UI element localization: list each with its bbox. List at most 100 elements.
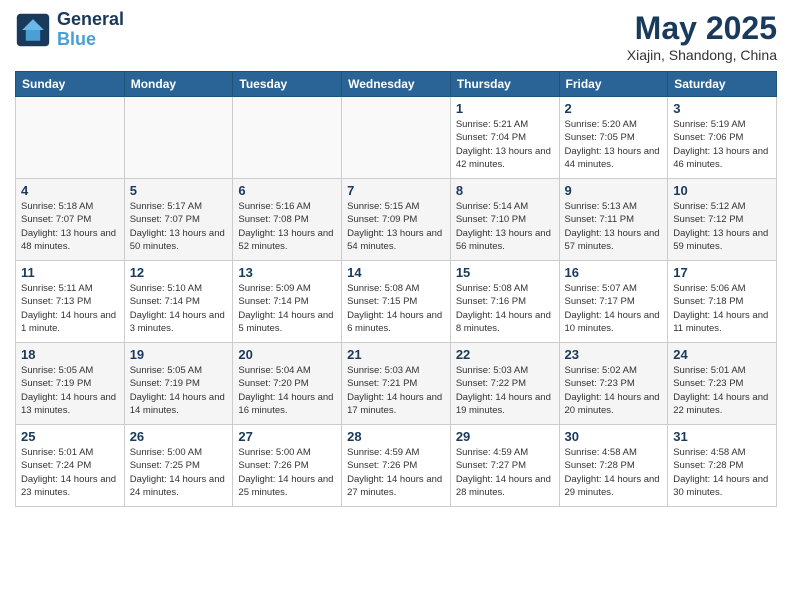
day-number: 8: [456, 183, 554, 198]
day-info: Sunrise: 4:59 AM Sunset: 7:26 PM Dayligh…: [347, 446, 445, 499]
calendar-cell: 11 Sunrise: 5:11 AM Sunset: 7:13 PM Dayli…: [16, 261, 125, 343]
calendar-week-2: 11 Sunrise: 5:11 AM Sunset: 7:13 PM Dayli…: [16, 261, 777, 343]
col-tuesday: Tuesday: [233, 72, 342, 97]
calendar-cell: 1 Sunrise: 5:21 AM Sunset: 7:04 PM Daylig…: [450, 97, 559, 179]
col-friday: Friday: [559, 72, 668, 97]
day-info: Sunrise: 5:21 AM Sunset: 7:04 PM Dayligh…: [456, 118, 554, 171]
title-block: May 2025 Xiajin, Shandong, China: [627, 10, 777, 63]
day-number: 31: [673, 429, 771, 444]
calendar-cell: 15Sunrise: 5:08 AM Sunset: 7:16 PM Dayli…: [450, 261, 559, 343]
day-number: 2: [565, 101, 663, 116]
day-number: 18: [21, 347, 119, 362]
day-number: 9: [565, 183, 663, 198]
month-title: May 2025: [627, 10, 777, 47]
day-info: Sunrise: 5:13 AM Sunset: 7:11 PM Dayligh…: [565, 200, 663, 253]
day-number: 19: [130, 347, 228, 362]
day-number: 28: [347, 429, 445, 444]
logo-icon: [15, 12, 51, 48]
day-number: 22: [456, 347, 554, 362]
day-number: 1: [456, 101, 554, 116]
day-number: 23: [565, 347, 663, 362]
day-info: Sunrise: 4:58 AM Sunset: 7:28 PM Dayligh…: [673, 446, 771, 499]
day-number: 29: [456, 429, 554, 444]
calendar-week-1: 4Sunrise: 5:18 AM Sunset: 7:07 PM Daylig…: [16, 179, 777, 261]
day-number: 25: [21, 429, 119, 444]
day-info: Sunrise: 5:03 AM Sunset: 7:21 PM Dayligh…: [347, 364, 445, 417]
col-wednesday: Wednesday: [342, 72, 451, 97]
calendar-header-row: Sunday Monday Tuesday Wednesday Thursday…: [16, 72, 777, 97]
calendar-cell: 9 Sunrise: 5:13 AM Sunset: 7:11 PM Daylig…: [559, 179, 668, 261]
day-info: Sunrise: 5:11 AM Sunset: 7:13 PM Dayligh…: [21, 282, 119, 335]
calendar-cell: 8Sunrise: 5:14 AM Sunset: 7:10 PM Daylig…: [450, 179, 559, 261]
day-info: Sunrise: 5:07 AM Sunset: 7:17 PM Dayligh…: [565, 282, 663, 335]
col-monday: Monday: [124, 72, 233, 97]
col-thursday: Thursday: [450, 72, 559, 97]
calendar: Sunday Monday Tuesday Wednesday Thursday…: [15, 71, 777, 507]
day-info: Sunrise: 5:01 AM Sunset: 7:23 PM Dayligh…: [673, 364, 771, 417]
calendar-cell: 29 Sunrise: 4:59 AM Sunset: 7:27 PM Dayli…: [450, 425, 559, 507]
calendar-cell: 16 Sunrise: 5:07 AM Sunset: 7:17 PM Dayli…: [559, 261, 668, 343]
col-sunday: Sunday: [16, 72, 125, 97]
day-info: Sunrise: 5:00 AM Sunset: 7:25 PM Dayligh…: [130, 446, 228, 499]
day-number: 24: [673, 347, 771, 362]
day-number: 5: [130, 183, 228, 198]
day-info: Sunrise: 5:20 AM Sunset: 7:05 PM Dayligh…: [565, 118, 663, 171]
col-saturday: Saturday: [668, 72, 777, 97]
day-info: Sunrise: 5:04 AM Sunset: 7:20 PM Dayligh…: [238, 364, 336, 417]
day-info: Sunrise: 5:08 AM Sunset: 7:15 PM Dayligh…: [347, 282, 445, 335]
calendar-cell: 10Sunrise: 5:12 AM Sunset: 7:12 PM Dayli…: [668, 179, 777, 261]
day-number: 26: [130, 429, 228, 444]
day-number: 11: [21, 265, 119, 280]
calendar-cell: [342, 97, 451, 179]
day-info: Sunrise: 5:02 AM Sunset: 7:23 PM Dayligh…: [565, 364, 663, 417]
day-number: 21: [347, 347, 445, 362]
day-info: Sunrise: 5:16 AM Sunset: 7:08 PM Dayligh…: [238, 200, 336, 253]
day-info: Sunrise: 5:00 AM Sunset: 7:26 PM Dayligh…: [238, 446, 336, 499]
day-number: 20: [238, 347, 336, 362]
calendar-week-0: 1 Sunrise: 5:21 AM Sunset: 7:04 PM Daylig…: [16, 97, 777, 179]
calendar-cell: 19 Sunrise: 5:05 AM Sunset: 7:19 PM Dayli…: [124, 343, 233, 425]
calendar-cell: 28 Sunrise: 4:59 AM Sunset: 7:26 PM Dayli…: [342, 425, 451, 507]
day-number: 10: [673, 183, 771, 198]
day-number: 12: [130, 265, 228, 280]
day-number: 13: [238, 265, 336, 280]
calendar-cell: [124, 97, 233, 179]
day-info: Sunrise: 5:09 AM Sunset: 7:14 PM Dayligh…: [238, 282, 336, 335]
calendar-cell: 25Sunrise: 5:01 AM Sunset: 7:24 PM Dayli…: [16, 425, 125, 507]
day-number: 17: [673, 265, 771, 280]
calendar-cell: 4Sunrise: 5:18 AM Sunset: 7:07 PM Daylig…: [16, 179, 125, 261]
calendar-cell: 21 Sunrise: 5:03 AM Sunset: 7:21 PM Dayli…: [342, 343, 451, 425]
calendar-cell: 7 Sunrise: 5:15 AM Sunset: 7:09 PM Daylig…: [342, 179, 451, 261]
day-info: Sunrise: 4:58 AM Sunset: 7:28 PM Dayligh…: [565, 446, 663, 499]
subtitle: Xiajin, Shandong, China: [627, 47, 777, 63]
day-info: Sunrise: 5:08 AM Sunset: 7:16 PM Dayligh…: [456, 282, 554, 335]
day-info: Sunrise: 5:05 AM Sunset: 7:19 PM Dayligh…: [130, 364, 228, 417]
day-info: Sunrise: 5:03 AM Sunset: 7:22 PM Dayligh…: [456, 364, 554, 417]
calendar-cell: 3Sunrise: 5:19 AM Sunset: 7:06 PM Daylig…: [668, 97, 777, 179]
day-info: Sunrise: 4:59 AM Sunset: 7:27 PM Dayligh…: [456, 446, 554, 499]
calendar-cell: 22 Sunrise: 5:03 AM Sunset: 7:22 PM Dayli…: [450, 343, 559, 425]
calendar-cell: 14 Sunrise: 5:08 AM Sunset: 7:15 PM Dayli…: [342, 261, 451, 343]
day-number: 16: [565, 265, 663, 280]
day-number: 27: [238, 429, 336, 444]
page: General Blue May 2025 Xiajin, Shandong, …: [0, 0, 792, 612]
day-number: 6: [238, 183, 336, 198]
calendar-cell: 27 Sunrise: 5:00 AM Sunset: 7:26 PM Dayli…: [233, 425, 342, 507]
calendar-cell: 13 Sunrise: 5:09 AM Sunset: 7:14 PM Dayli…: [233, 261, 342, 343]
day-number: 4: [21, 183, 119, 198]
logo-line2: Blue: [57, 29, 96, 49]
day-number: 7: [347, 183, 445, 198]
header: General Blue May 2025 Xiajin, Shandong, …: [15, 10, 777, 63]
calendar-cell: 31 Sunrise: 4:58 AM Sunset: 7:28 PM Dayli…: [668, 425, 777, 507]
calendar-cell: 30Sunrise: 4:58 AM Sunset: 7:28 PM Dayli…: [559, 425, 668, 507]
logo-line1: General: [57, 10, 124, 30]
day-number: 14: [347, 265, 445, 280]
calendar-cell: 12 Sunrise: 5:10 AM Sunset: 7:14 PM Dayli…: [124, 261, 233, 343]
day-info: Sunrise: 5:06 AM Sunset: 7:18 PM Dayligh…: [673, 282, 771, 335]
day-info: Sunrise: 5:10 AM Sunset: 7:14 PM Dayligh…: [130, 282, 228, 335]
calendar-cell: [16, 97, 125, 179]
calendar-cell: 23 Sunrise: 5:02 AM Sunset: 7:23 PM Dayli…: [559, 343, 668, 425]
calendar-week-3: 18 Sunrise: 5:05 AM Sunset: 7:19 PM Dayli…: [16, 343, 777, 425]
day-info: Sunrise: 5:15 AM Sunset: 7:09 PM Dayligh…: [347, 200, 445, 253]
logo-text: General Blue: [57, 10, 124, 50]
